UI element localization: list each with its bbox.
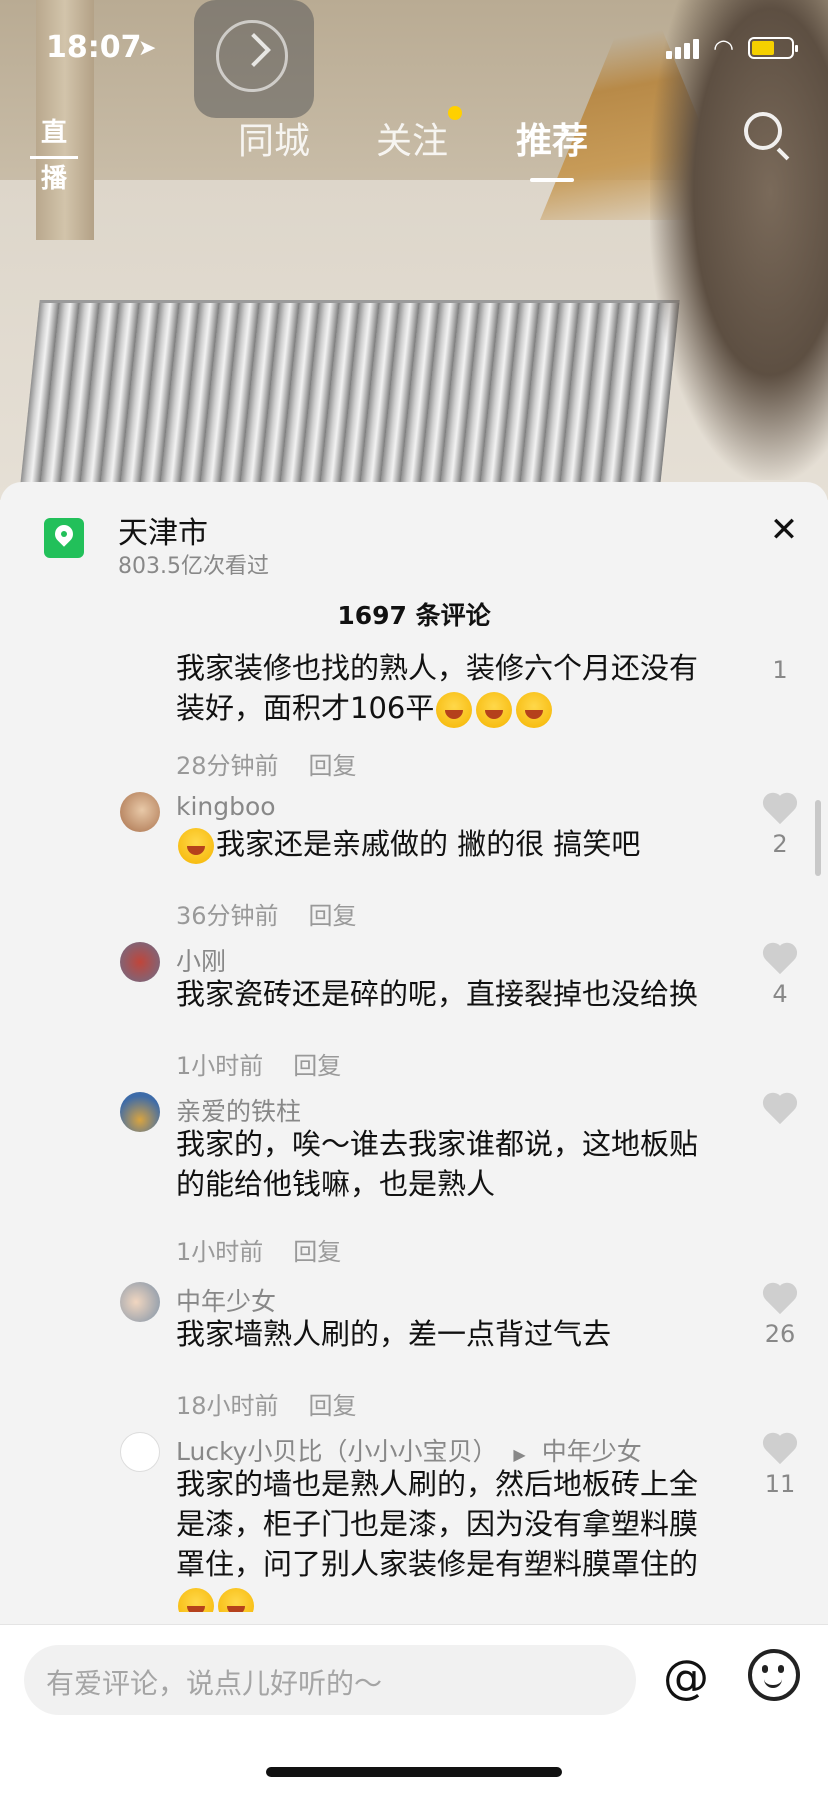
heart-icon xyxy=(762,1434,798,1466)
like-button[interactable]: 26 xyxy=(758,1284,802,1348)
tab-recommended[interactable]: 推荐 xyxy=(516,112,589,182)
cellular-signal-icon xyxy=(666,37,700,59)
like-count: 26 xyxy=(764,1320,796,1348)
comment-text: 我家墙熟人刷的，差一点背过气去 xyxy=(176,1317,612,1351)
video-tile-mortar xyxy=(16,300,680,500)
comment-meta: 36分钟前 回复 xyxy=(176,896,357,931)
comment-input[interactable]: 有爱评论，说点儿好听的～ xyxy=(24,1645,636,1715)
laughing-tears-emoji-icon xyxy=(436,692,473,728)
reply-button[interactable]: 回复 xyxy=(293,1238,341,1266)
laughing-tears-emoji-icon xyxy=(516,692,553,728)
avatar[interactable] xyxy=(120,792,160,832)
reply-button[interactable]: 回复 xyxy=(309,752,357,780)
reply-button[interactable]: 回复 xyxy=(309,1392,357,1420)
back-to-app-button[interactable] xyxy=(194,0,314,118)
heart-icon xyxy=(762,1094,798,1126)
heart-icon xyxy=(762,794,798,826)
heart-icon xyxy=(762,1284,798,1316)
laughing-tears-emoji-icon xyxy=(476,692,513,728)
like-count: 4 xyxy=(772,980,788,1008)
like-count: 2 xyxy=(772,830,788,858)
avatar[interactable] xyxy=(120,942,160,982)
flushed-emoji-icon xyxy=(218,1588,254,1612)
comment-time: 36分钟前 xyxy=(176,902,279,930)
avatar[interactable] xyxy=(120,1282,160,1322)
location-pin-icon xyxy=(44,518,84,558)
like-button[interactable] xyxy=(758,1094,802,1130)
tab-following[interactable]: 关注 xyxy=(376,112,448,164)
live-tv-icon[interactable]: 直播 xyxy=(30,110,78,194)
status-icons: ◠ xyxy=(666,34,798,62)
search-icon[interactable] xyxy=(744,112,782,150)
video-overlay: 18:07 ➤ ◠ 直播 同城 关注 推荐 xyxy=(0,0,828,200)
comment-username-row: Lucky小贝比（小小小宝贝） ▶ 中年少女 xyxy=(176,1432,736,1468)
tab-local[interactable]: 同城 xyxy=(238,112,310,164)
comment-meta: 1小时前 回复 xyxy=(176,1046,341,1081)
laughing-tears-emoji-icon xyxy=(178,828,214,864)
comment-time: 28分钟前 xyxy=(176,752,279,780)
comment-text: 我家装修也找的熟人，装修六个月还没有装好，面积才106平 xyxy=(176,648,726,728)
location-arrow-icon: ➤ xyxy=(138,36,157,61)
location-title[interactable]: 天津市 xyxy=(118,508,208,552)
like-count: 1 xyxy=(772,656,788,684)
reply-arrow-icon: ▶ xyxy=(513,1445,526,1464)
comment-time: 1小时前 xyxy=(176,1052,264,1080)
avatar[interactable] xyxy=(120,1092,160,1132)
comment-text: 我家的，唉～谁去我家谁都说，这地板贴的能给他钱嘛，也是熟人 xyxy=(176,1127,699,1201)
comment-meta: 28分钟前 回复 xyxy=(176,746,357,781)
like-count: 11 xyxy=(764,1470,796,1498)
comment-meta: 18小时前 回复 xyxy=(176,1386,357,1421)
wifi-icon: ◠ xyxy=(713,34,734,62)
emoji-face-icon[interactable] xyxy=(748,1649,800,1701)
tab-recommended-label: 推荐 xyxy=(516,121,589,162)
active-tab-underline xyxy=(530,178,575,182)
reply-button[interactable]: 回复 xyxy=(293,1052,341,1080)
comment-count: 1697 条评论 xyxy=(337,601,491,630)
comment-list[interactable]: 我家装修也找的熟人，装修六个月还没有装好，面积才106平 28分钟前 回复 1 k… xyxy=(0,642,828,1612)
at-mention-icon[interactable]: @ xyxy=(658,1649,714,1705)
comment-username[interactable]: kingboo xyxy=(176,792,276,821)
like-button[interactable]: 2 xyxy=(758,794,802,858)
comment-time: 1小时前 xyxy=(176,1238,264,1266)
like-button[interactable]: 11 xyxy=(758,1434,802,1498)
comment-username[interactable]: 亲爱的铁柱 xyxy=(176,1092,301,1128)
scrollbar[interactable] xyxy=(815,800,821,876)
like-button[interactable]: 1 xyxy=(758,652,802,684)
comment-username[interactable]: Lucky小贝比（小小小宝贝） xyxy=(176,1437,497,1466)
battery-icon xyxy=(748,37,798,59)
home-indicator[interactable] xyxy=(266,1767,562,1777)
comment-username[interactable]: 小刚 xyxy=(176,942,226,978)
notification-dot xyxy=(448,106,462,120)
reply-button[interactable]: 回复 xyxy=(309,902,357,930)
close-icon[interactable]: ✕ xyxy=(764,510,804,550)
comment-input-bar: 有爱评论，说点儿好听的～ @ xyxy=(0,1624,828,1793)
top-nav: 直播 同城 关注 推荐 xyxy=(0,106,828,194)
heart-icon xyxy=(762,944,798,976)
flushed-emoji-icon xyxy=(178,1588,214,1612)
reply-to-username[interactable]: 中年少女 xyxy=(542,1437,642,1466)
location-views: 803.5亿次看过 xyxy=(118,554,269,579)
avatar[interactable] xyxy=(120,1432,160,1472)
comment-input-placeholder: 有爱评论，说点儿好听的～ xyxy=(46,1667,383,1700)
like-button[interactable]: 4 xyxy=(758,944,802,1008)
comment-username[interactable]: 中年少女 xyxy=(176,1282,276,1318)
comment-time: 18小时前 xyxy=(176,1392,279,1420)
comment-sheet: 天津市 803.5亿次看过 ✕ 1697 条评论 我家装修也找的熟人，装修六个月… xyxy=(0,482,828,1792)
comment-text: 我家的墙也是熟人刷的，然后地板砖上全是漆，柜子门也是漆，因为没有拿塑料膜罩住，问… xyxy=(176,1464,726,1612)
comment-text: 我家瓷砖还是碎的呢，直接裂掉也没给换 xyxy=(176,977,699,1011)
comment-text: 我家还是亲戚做的 撇的很 搞笑吧 xyxy=(176,824,726,864)
status-time: 18:07 xyxy=(46,30,142,65)
comment-meta: 1小时前 回复 xyxy=(176,1232,341,1267)
